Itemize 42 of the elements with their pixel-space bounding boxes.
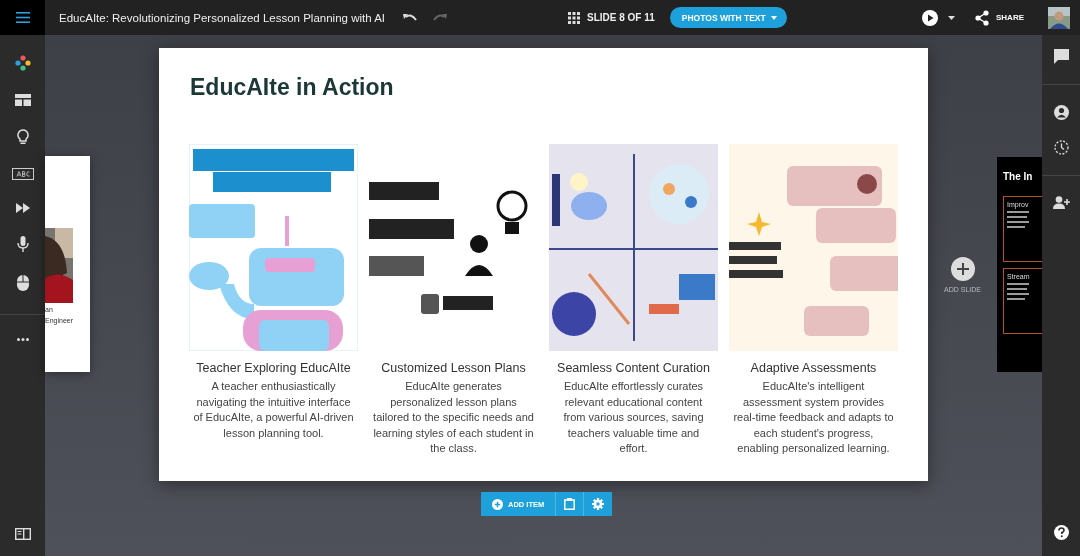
share-icon bbox=[975, 9, 989, 26]
redo-icon[interactable] bbox=[433, 13, 448, 22]
add-user-icon[interactable] bbox=[1052, 196, 1070, 209]
settings-icon bbox=[592, 498, 605, 510]
play-icon[interactable] bbox=[922, 9, 938, 26]
menu-icon[interactable] bbox=[15, 12, 30, 23]
settings-button[interactable] bbox=[584, 492, 613, 516]
card-caption[interactable]: Teacher Exploring EducAIte bbox=[196, 360, 351, 376]
slide-title[interactable]: EducAIte in Action bbox=[190, 72, 898, 102]
card-description[interactable]: EducAIte effortlessly curates relevant educational content from various sources, saving teachers valuable time and effort. bbox=[552, 379, 715, 457]
plus-circle-icon bbox=[492, 498, 503, 510]
text-box-icon[interactable] bbox=[11, 168, 34, 180]
layout-icon[interactable] bbox=[14, 94, 31, 106]
mouse-icon[interactable] bbox=[16, 275, 29, 291]
history-icon[interactable] bbox=[1053, 140, 1069, 155]
card-description[interactable]: A teacher enthusiastically navigating the intuitive interface of EducAIte, a powerful AI-driven lesson planning tool. bbox=[192, 379, 355, 441]
microphone-icon[interactable] bbox=[16, 236, 29, 252]
card-description[interactable]: EducAIte generates personalized lesson plans tailored to the specific needs and learning styles of each student in the class. bbox=[372, 379, 535, 457]
card-description[interactable]: EducAIte's intelligent assessment system provides real-time feedback and adapts to each student's progress, enabling personalized learning. bbox=[732, 379, 895, 457]
notes-icon[interactable] bbox=[14, 528, 31, 540]
caret-icon bbox=[770, 15, 777, 20]
card-caption[interactable]: Adaptive Assessments bbox=[750, 360, 877, 376]
comment-icon[interactable] bbox=[1053, 49, 1069, 64]
clipboard-icon bbox=[564, 498, 576, 510]
user-icon[interactable] bbox=[1053, 105, 1069, 120]
card-caption[interactable]: Customized Lesson Plans bbox=[381, 360, 526, 376]
colored-dots-icon[interactable] bbox=[14, 55, 31, 71]
lightbulb-icon[interactable] bbox=[16, 129, 29, 145]
plus-icon bbox=[956, 263, 969, 275]
share-button[interactable]: SHARE bbox=[975, 9, 1024, 26]
presentation-title[interactable]: EducAIte: Revolutionizing Personalized Lesson Planning with AI bbox=[59, 11, 386, 24]
card-caption[interactable]: Seamless Content Curation bbox=[557, 360, 710, 376]
grid-icon[interactable] bbox=[568, 11, 580, 24]
slide-counter[interactable]: SLIDE 8 OF 11 bbox=[587, 12, 655, 23]
undo-icon[interactable] bbox=[403, 13, 418, 22]
fast-forward-icon[interactable] bbox=[15, 203, 30, 213]
more-icon[interactable] bbox=[16, 338, 29, 341]
caret-icon[interactable] bbox=[948, 15, 955, 20]
help-icon[interactable] bbox=[1053, 525, 1069, 540]
add-slide-button[interactable] bbox=[950, 257, 975, 281]
preview-title: The In bbox=[1003, 171, 1033, 182]
clipboard-button[interactable] bbox=[556, 492, 584, 516]
